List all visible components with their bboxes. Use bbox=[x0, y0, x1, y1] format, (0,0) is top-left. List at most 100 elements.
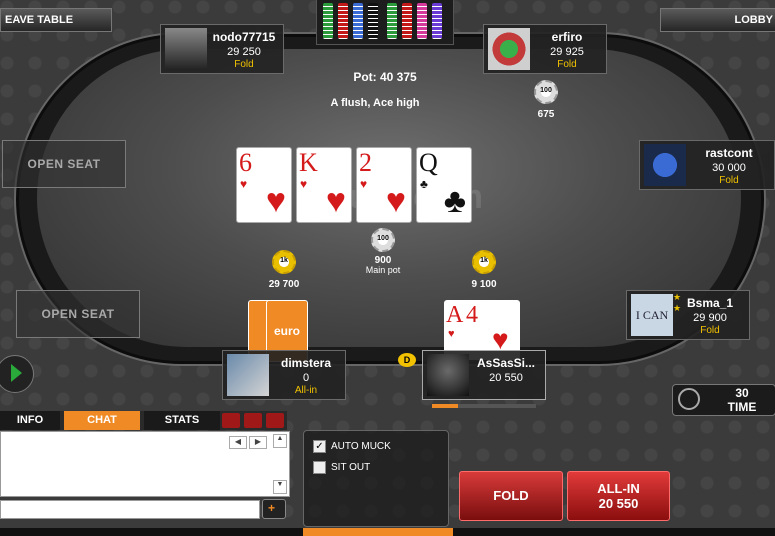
player-avatar bbox=[427, 354, 469, 396]
chat-bubble-icon[interactable] bbox=[222, 413, 240, 428]
plus-icon: + bbox=[268, 501, 276, 515]
chip-stack-icon bbox=[417, 3, 427, 39]
tab-stats[interactable]: STATS bbox=[144, 411, 220, 430]
player-stack: 29 925 bbox=[550, 46, 584, 58]
all-in-amount: 20 550 bbox=[598, 496, 639, 511]
dimstera-bet: 29 700 bbox=[268, 279, 300, 290]
card-rank: 4 bbox=[466, 302, 478, 328]
leave-table-button[interactable]: EAVE TABLE bbox=[0, 8, 112, 32]
hero-bet: 9 100 bbox=[471, 279, 497, 290]
chip-icon: 1k bbox=[272, 250, 296, 274]
scroll-down-icon[interactable]: ▼ bbox=[273, 480, 287, 494]
board-card-2: K ♥ ♥ bbox=[296, 147, 352, 223]
erfiro-bet: 675 bbox=[537, 109, 555, 120]
open-seat-left-bottom[interactable]: OPEN SEAT bbox=[16, 290, 140, 338]
chip-icon: 100 bbox=[371, 228, 395, 252]
sit-out-label: SIT OUT bbox=[331, 462, 371, 473]
send-chat-button[interactable]: + bbox=[262, 499, 286, 519]
scroll-left-icon[interactable]: ◀ bbox=[229, 436, 247, 449]
player-stack: 29 250 bbox=[227, 46, 261, 58]
player-action: Fold bbox=[700, 325, 720, 336]
player-stack: 29 900 bbox=[693, 312, 727, 324]
play-icon bbox=[11, 364, 22, 382]
player-avatar bbox=[644, 144, 686, 186]
seat-erfiro[interactable]: erfiro 29 925 Fold bbox=[483, 24, 607, 74]
player-avatar bbox=[227, 354, 269, 396]
card-rank: K bbox=[299, 148, 318, 177]
heart-icon: ♥ bbox=[300, 177, 308, 191]
hand-description: A flush, Ace high bbox=[330, 97, 420, 109]
seat-rastcont[interactable]: rastcont 30 000 Fold bbox=[639, 140, 775, 190]
player-action: Fold bbox=[719, 175, 739, 186]
seat-bsma_1[interactable]: I CAN Bsma_1 29 900 Fold ★ ★ bbox=[626, 290, 750, 340]
card-rank: 2 bbox=[359, 148, 372, 177]
minus-icon[interactable] bbox=[244, 413, 262, 428]
chat-input[interactable] bbox=[0, 500, 260, 519]
tab-info[interactable]: INFO bbox=[0, 411, 60, 430]
bottom-bar bbox=[0, 528, 775, 536]
heart-icon: ♥ bbox=[360, 177, 368, 191]
player-avatar bbox=[165, 28, 207, 70]
info-tabs: INFO CHAT STATS bbox=[0, 411, 287, 430]
board-card-4: Q ♣ ♣ bbox=[416, 147, 472, 223]
seat-dimstera[interactable]: dimstera 0 All-in bbox=[222, 350, 346, 400]
tab-chat[interactable]: CHAT bbox=[64, 411, 140, 430]
heart-icon: ♥ bbox=[325, 182, 346, 220]
chip-stack-icon bbox=[432, 3, 442, 39]
hero-time-bar bbox=[432, 404, 536, 408]
seat-hero[interactable]: AsSasSi... 20 550 bbox=[422, 350, 546, 400]
seat-nodo77715[interactable]: nodo77715 29 250 Fold bbox=[160, 24, 284, 74]
heart-icon: ♥ bbox=[385, 182, 406, 220]
heart-icon: ♥ bbox=[448, 328, 455, 340]
heart-icon: ♥ bbox=[240, 177, 248, 191]
dealer-button: D bbox=[398, 353, 416, 367]
auto-muck-checkbox[interactable]: ✓ bbox=[313, 440, 326, 453]
board-card-1: 6 ♥ ♥ bbox=[236, 147, 292, 223]
lobby-button[interactable]: LOBBY bbox=[660, 8, 775, 32]
player-stack: 0 bbox=[302, 372, 310, 384]
player-action: Fold bbox=[234, 59, 254, 70]
chip-stack-icon bbox=[402, 3, 412, 39]
player-name: AsSasSi... bbox=[476, 356, 536, 370]
fold-button[interactable]: FOLD bbox=[459, 471, 563, 521]
pot-total: Pot: 40 375 bbox=[353, 70, 417, 84]
chip-stack-icon bbox=[368, 3, 378, 39]
chip-stack-icon bbox=[353, 3, 363, 39]
player-stack: 30 000 bbox=[712, 162, 746, 174]
chat-log[interactable]: ◀ ▶ ▲ ▼ bbox=[0, 431, 290, 497]
all-in-button[interactable]: ALL-IN 20 550 bbox=[567, 471, 670, 521]
player-avatar bbox=[488, 28, 530, 70]
player-avatar: I CAN bbox=[631, 294, 673, 336]
club-icon: ♣ bbox=[443, 182, 466, 220]
club-icon: ♣ bbox=[420, 177, 428, 191]
player-stack: 20 550 bbox=[489, 372, 523, 384]
speaker-icon[interactable] bbox=[266, 413, 284, 428]
scroll-up-icon[interactable]: ▲ bbox=[273, 434, 287, 448]
auto-muck-label: AUTO MUCK bbox=[331, 441, 391, 452]
all-in-label: ALL-IN bbox=[597, 481, 640, 496]
chip-tray bbox=[316, 0, 454, 45]
player-name: Bsma_1 bbox=[686, 296, 734, 310]
star-icon: ★ ★ bbox=[673, 292, 682, 313]
chip-icon: 1k bbox=[472, 250, 496, 274]
player-name: dimstera bbox=[280, 356, 332, 370]
card-rank: Q bbox=[419, 148, 438, 177]
time-label: TIME bbox=[727, 400, 757, 414]
player-name: nodo77715 bbox=[212, 30, 276, 44]
clock-icon bbox=[678, 388, 700, 410]
main-pot-label: Main pot bbox=[365, 265, 401, 275]
player-name: rastcont bbox=[705, 146, 753, 160]
chip-stack-icon bbox=[323, 3, 333, 39]
time-seconds: 30 bbox=[735, 386, 749, 400]
open-seat-left-top[interactable]: OPEN SEAT bbox=[2, 140, 126, 188]
chip-stack-icon bbox=[387, 3, 397, 39]
player-action: Fold bbox=[557, 59, 577, 70]
sit-out-checkbox[interactable] bbox=[313, 461, 326, 474]
scroll-right-icon[interactable]: ▶ bbox=[249, 436, 267, 449]
card-rank: 6 bbox=[239, 148, 252, 177]
time-bank-button[interactable]: 30 TIME bbox=[672, 384, 775, 416]
chip-stack-icon bbox=[338, 3, 348, 39]
card-rank: A bbox=[446, 302, 464, 328]
player-action: All-in bbox=[294, 385, 318, 396]
heart-icon: ♥ bbox=[265, 182, 286, 220]
